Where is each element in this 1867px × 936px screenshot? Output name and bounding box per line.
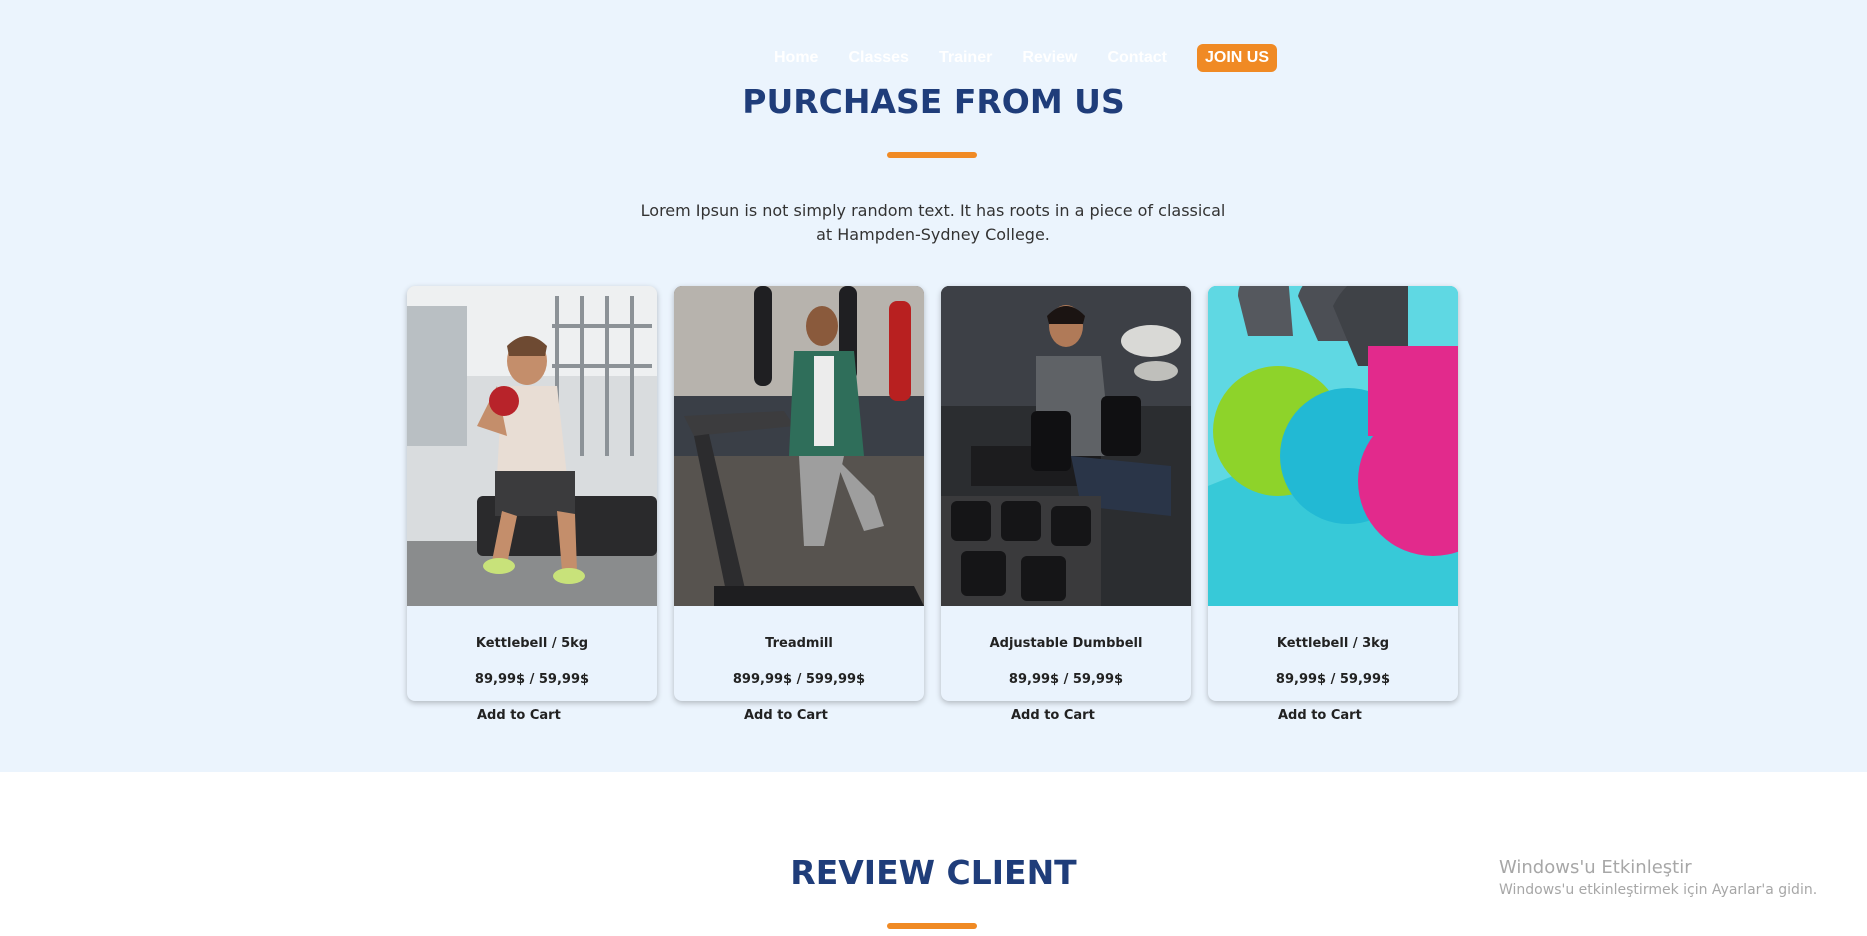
add-to-cart-button[interactable]: Add to Cart — [744, 708, 828, 723]
product-image-kettlebell-3kg — [1208, 286, 1458, 606]
nav-review[interactable]: Review — [1022, 49, 1077, 67]
watermark-title: Windows'u Etkinleştir — [1499, 857, 1692, 878]
nav-home[interactable]: Home — [774, 49, 818, 67]
watermark-subtitle: Windows'u etkinleştirmek için Ayarlar'a … — [1499, 882, 1818, 898]
purchase-title: PURCHASE FROM US — [742, 82, 1125, 121]
purchase-description: Lorem Ipsun is not simply random text. I… — [640, 201, 1226, 244]
product-list: Kettlebell / 5kg 89,99$ / 59,99$ Add to … — [407, 286, 1475, 723]
product-name: Adjustable Dumbbell — [989, 636, 1143, 651]
nav-contact[interactable]: Contact — [1107, 49, 1167, 67]
join-us-button[interactable]: JOIN US — [1197, 44, 1278, 72]
product-price: 89,99$ / 59,99$ — [474, 672, 590, 687]
nav-classes[interactable]: Classes — [848, 49, 909, 67]
product-item: Treadmill 899,99$ / 599,99$ Add to Cart — [674, 286, 924, 723]
windows-activation-watermark: Windows'u Etkinleştir Windows'u etkinleş… — [1499, 857, 1817, 898]
purchase-section: Home Classes Trainer Review Contact JOIN… — [0, 0, 1867, 772]
product-name: Treadmill — [765, 636, 833, 651]
review-title-underline — [887, 923, 977, 929]
product-name: Kettlebell / 3kg — [1276, 636, 1390, 651]
main-nav: Home Classes Trainer Review Contact JOIN… — [774, 44, 1278, 72]
product-image-treadmill — [674, 286, 924, 606]
purchase-title-underline — [887, 152, 977, 158]
product-name: Kettlebell / 5kg — [475, 636, 589, 651]
product-card[interactable]: Kettlebell / 3kg 89,99$ / 59,99$ — [1208, 286, 1458, 701]
product-item: Kettlebell / 3kg 89,99$ / 59,99$ Add to … — [1208, 286, 1458, 723]
add-to-cart-button[interactable]: Add to Cart — [1278, 708, 1362, 723]
product-card[interactable]: Kettlebell / 5kg 89,99$ / 59,99$ — [407, 286, 657, 701]
add-to-cart-button[interactable]: Add to Cart — [477, 708, 561, 723]
nav-trainer[interactable]: Trainer — [939, 49, 992, 67]
product-card[interactable]: Treadmill 899,99$ / 599,99$ — [674, 286, 924, 701]
product-price: 89,99$ / 59,99$ — [1008, 672, 1124, 687]
add-to-cart-button[interactable]: Add to Cart — [1011, 708, 1095, 723]
product-image-adjustable-dumbbell — [941, 286, 1191, 606]
product-item: Kettlebell / 5kg 89,99$ / 59,99$ Add to … — [407, 286, 657, 723]
product-price: 899,99$ / 599,99$ — [732, 672, 866, 687]
product-card[interactable]: Adjustable Dumbbell 89,99$ / 59,99$ — [941, 286, 1191, 701]
product-price: 89,99$ / 59,99$ — [1275, 672, 1391, 687]
product-image-kettlebell-5kg — [407, 286, 657, 606]
product-item: Adjustable Dumbbell 89,99$ / 59,99$ Add … — [941, 286, 1191, 723]
